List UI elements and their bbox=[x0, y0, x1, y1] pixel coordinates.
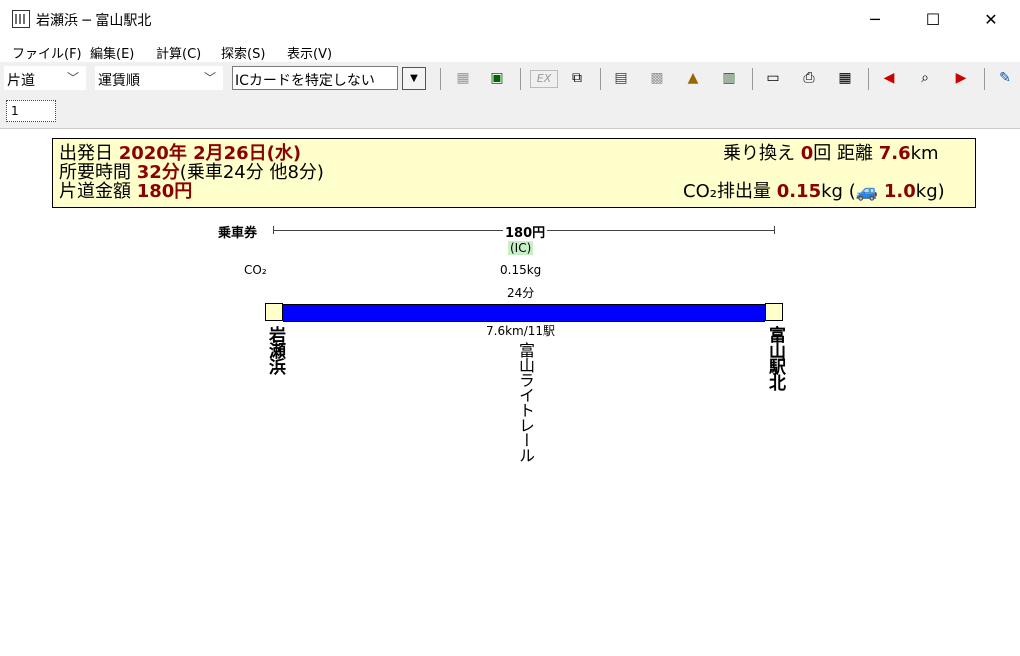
toolbar-separator bbox=[600, 68, 601, 90]
car-paren-close: ) bbox=[937, 181, 945, 202]
close-button[interactable]: ✕ bbox=[962, 0, 1020, 40]
menu-search[interactable]: 探索(S) bbox=[221, 43, 265, 62]
distance-unit: km bbox=[910, 143, 939, 164]
menu-calc[interactable]: 計算(C) bbox=[156, 43, 201, 62]
maximize-button[interactable]: ☐ bbox=[904, 0, 962, 40]
minimize-button[interactable]: ─ bbox=[846, 0, 904, 40]
ic-card-icon[interactable]: ▩ bbox=[646, 68, 668, 88]
departure-line: 出発日 2020年 2月26日(水) bbox=[59, 144, 301, 163]
ride-time: 24分 bbox=[507, 286, 535, 300]
transfers-value: 0 bbox=[800, 143, 814, 164]
app-icon bbox=[12, 10, 30, 28]
menu-file[interactable]: ファイル(F) bbox=[12, 43, 82, 62]
departure-value: 2020年 2月26日(水) bbox=[118, 143, 302, 164]
edit-icon[interactable]: ✎ bbox=[994, 68, 1016, 88]
prev-route-icon[interactable]: ◀ bbox=[878, 68, 900, 88]
title-bar: 岩瀬浜 ─ 富山駅北 ─ ☐ ✕ bbox=[0, 0, 1020, 40]
ex-icon[interactable]: EX bbox=[530, 70, 558, 88]
co2-value: 0.15 bbox=[776, 181, 822, 202]
duration-detail: (乗車24分 他8分) bbox=[179, 162, 324, 183]
trip-type-select[interactable]: 片道 ﹀ bbox=[4, 66, 86, 90]
search-icon[interactable]: ▥ bbox=[718, 68, 740, 88]
next-route-icon[interactable]: ▶ bbox=[950, 68, 972, 88]
car-paren-open: ( bbox=[848, 181, 856, 202]
ic-badge: (IC) bbox=[508, 241, 534, 255]
car-co2-unit: kg bbox=[915, 181, 938, 202]
toolbar-separator bbox=[440, 68, 441, 90]
ic-card-dropdown-button[interactable]: ▼ bbox=[402, 67, 426, 90]
memo-icon[interactable]: ▭ bbox=[762, 68, 784, 88]
origin-station-box[interactable] bbox=[265, 303, 283, 321]
toolbar-separator bbox=[520, 68, 521, 90]
fare-range-tick-end bbox=[774, 226, 775, 234]
ic-card-select[interactable]: ICカードを特定しない bbox=[232, 66, 398, 90]
route-fare: 180円 bbox=[503, 222, 548, 241]
destination-station-name[interactable]: 富山駅北 bbox=[763, 326, 788, 390]
menu-view[interactable]: 表示(V) bbox=[287, 43, 332, 62]
route-diagram: 乗車券 180円 (IC) CO₂ 0.15kg 24分 7.6km/11駅 岩… bbox=[0, 208, 1020, 656]
calendar-icon[interactable]: ▦ bbox=[452, 68, 474, 88]
distance-stations: 7.6km/11駅 bbox=[486, 324, 556, 338]
transfer-distance-line: 乗り換え 0回 距離 7.6km bbox=[723, 144, 939, 163]
map-icon[interactable]: ▲ bbox=[682, 68, 704, 88]
timetable-icon[interactable]: ▣ bbox=[486, 68, 508, 88]
toolbar: 片道 ﹀ 運賃順 ﹀ ICカードを特定しない ▼ ▦ ▣ EX ⧉ ▤ ▩ ▲ … bbox=[0, 62, 1020, 94]
car-icon: 🚙 bbox=[855, 181, 879, 202]
fare-table-icon[interactable]: ▦ bbox=[834, 68, 856, 88]
co2-label: CO₂排出量 bbox=[683, 181, 771, 202]
chevron-down-icon: ﹀ bbox=[66, 71, 79, 85]
toolbar-separator bbox=[984, 68, 985, 90]
route-co2-value: 0.15kg bbox=[500, 263, 542, 277]
station-icon[interactable]: ▤ bbox=[610, 68, 632, 88]
distance-value: 7.6 bbox=[878, 143, 911, 164]
line-name[interactable]: 富山ライトレール bbox=[513, 342, 537, 462]
chevron-down-icon: ﹀ bbox=[203, 71, 216, 85]
tab-strip: 1 bbox=[0, 94, 1020, 129]
departure-label: 出発日 bbox=[59, 143, 113, 164]
fare-value: 180円 bbox=[136, 181, 193, 202]
sort-order-value: 運賃順 bbox=[98, 73, 140, 89]
ic-card-value: ICカードを特定しない bbox=[235, 73, 375, 89]
route-co2-label: CO₂ bbox=[244, 263, 267, 277]
window-title: 岩瀬浜 ─ 富山駅北 bbox=[36, 13, 152, 29]
print-preview-icon[interactable]: ⧉ bbox=[566, 68, 588, 88]
fare-line: 片道金額 180円 bbox=[59, 182, 192, 201]
duration-line: 所要時間 32分(乗車24分 他8分) bbox=[59, 163, 324, 182]
tab-route-1[interactable]: 1 bbox=[6, 100, 56, 122]
trip-type-value: 片道 bbox=[7, 73, 35, 89]
ticket-label: 乗車券 bbox=[218, 226, 258, 241]
car-co2-value: 1.0 bbox=[883, 181, 916, 202]
transfers-unit: 回 bbox=[813, 143, 832, 164]
origin-station-name[interactable]: 岩瀬浜 bbox=[263, 326, 288, 374]
fare-label: 片道金額 bbox=[59, 181, 131, 202]
route-summary: 出発日 2020年 2月26日(水) 所要時間 32分(乗車24分 他8分) 片… bbox=[52, 138, 976, 208]
distance-label: 距離 bbox=[837, 143, 873, 164]
co2-line: CO₂排出量 0.15kg (🚙 1.0kg) bbox=[683, 182, 945, 201]
co2-unit: kg bbox=[821, 181, 843, 202]
toolbar-separator bbox=[752, 68, 753, 90]
route-search-icon[interactable]: ⌕ bbox=[914, 68, 936, 88]
printer-icon[interactable]: ⎙ bbox=[798, 68, 820, 88]
menu-bar: ファイル(F) 編集(E) 計算(C) 探索(S) 表示(V) bbox=[0, 40, 1020, 62]
destination-station-box[interactable] bbox=[765, 303, 783, 321]
duration-value: 32分 bbox=[136, 162, 180, 183]
toolbar-separator bbox=[868, 68, 869, 90]
menu-edit[interactable]: 編集(E) bbox=[90, 43, 134, 62]
rail-segment[interactable] bbox=[283, 304, 765, 322]
transfers-label: 乗り換え bbox=[723, 143, 795, 164]
duration-label: 所要時間 bbox=[59, 162, 131, 183]
sort-order-select[interactable]: 運賃順 ﹀ bbox=[95, 66, 223, 90]
